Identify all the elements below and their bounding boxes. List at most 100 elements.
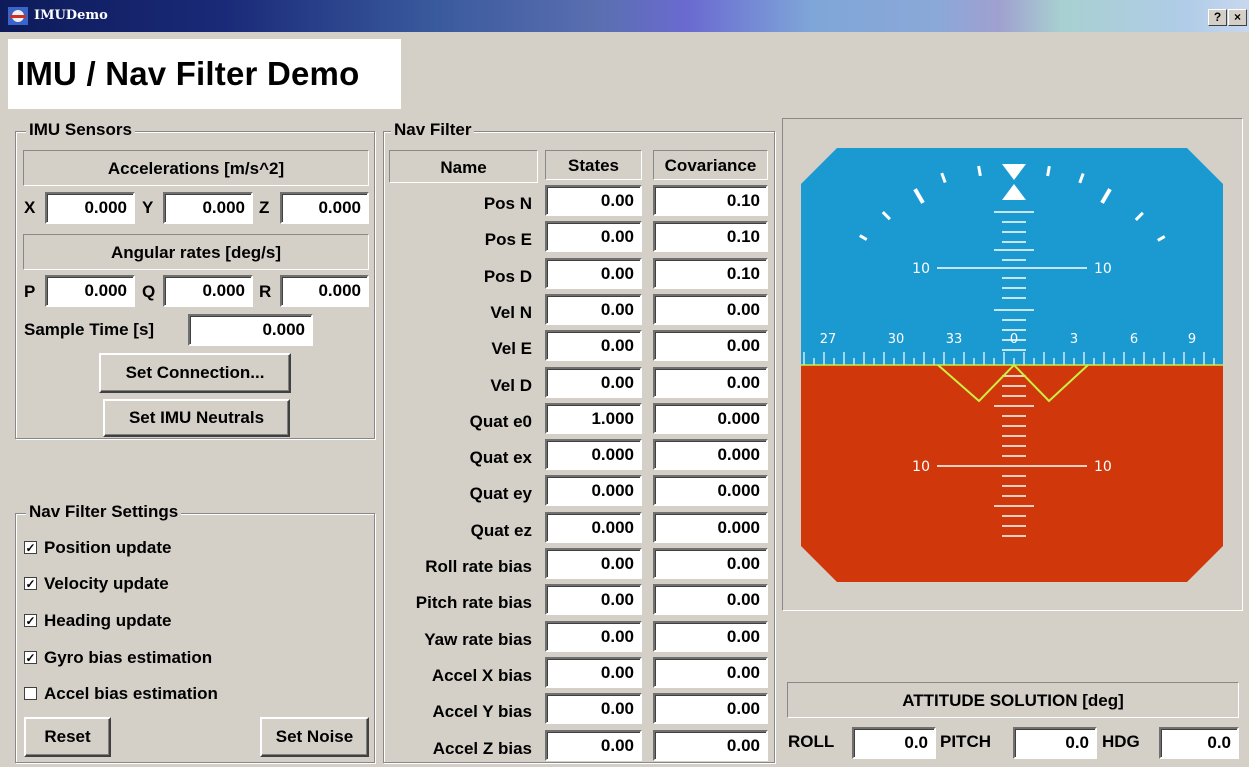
heading-label-9: 9 — [1188, 332, 1196, 347]
sample-time-field[interactable]: 0.000 — [188, 314, 313, 346]
col-header-states: States — [545, 150, 642, 180]
state-field-vel-e[interactable]: 0.00 — [545, 330, 642, 362]
rate-p-field[interactable]: 0.000 — [45, 275, 135, 307]
position-update-label: Position update — [44, 538, 172, 557]
position-update-checkbox[interactable]: ✓ — [24, 541, 37, 554]
row-label-quat-ez: Quat ez — [470, 520, 532, 540]
row-label-pos-d: Pos D — [483, 266, 532, 286]
angular-rates-header: Angular rates [deg/s] — [23, 234, 369, 270]
set-imu-neutrals-button[interactable]: Set IMU Neutrals — [103, 399, 290, 437]
state-field-accel-y-bias[interactable]: 0.00 — [545, 693, 642, 725]
state-field-accel-z-bias[interactable]: 0.00 — [545, 729, 642, 761]
row-label-accel-x-bias: Accel X bias — [431, 665, 532, 685]
roll-label: ROLL — [788, 732, 835, 751]
close-button[interactable]: × — [1228, 9, 1247, 26]
nav-filter-settings-label: Nav Filter Settings — [26, 502, 182, 522]
row-label-pos-n: Pos N — [483, 194, 532, 213]
state-field-yaw-rate-bias[interactable]: 0.00 — [545, 620, 642, 652]
covariance-field-yaw-rate-bias[interactable]: 0.00 — [653, 620, 768, 652]
heading-update-checkbox[interactable]: ✓ — [24, 614, 37, 627]
heading-label-33: 33 — [946, 332, 963, 347]
gyro-bias-label: Gyro bias estimation — [44, 648, 213, 667]
pitch-field[interactable]: 0.0 — [1013, 727, 1097, 759]
state-field-vel-n[interactable]: 0.00 — [545, 293, 642, 325]
covariance-field-pos-n[interactable]: 0.10 — [653, 185, 768, 216]
roll-field[interactable]: 0.0 — [852, 727, 936, 759]
imu-sensors-label: IMU Sensors — [26, 120, 135, 140]
row-label-quat-e0: Quat e0 — [469, 411, 532, 431]
hdg-field[interactable]: 0.0 — [1159, 727, 1239, 759]
app-icon — [8, 7, 28, 25]
check-mark-icon: ✓ — [25, 541, 36, 555]
row-label-quat-ey: Quat ey — [469, 484, 532, 504]
row-label-pos-e: Pos E — [484, 230, 532, 250]
rate-q-field[interactable]: 0.000 — [163, 275, 253, 307]
state-field-accel-x-bias[interactable]: 0.00 — [545, 656, 642, 688]
accel-z-field[interactable]: 0.000 — [280, 192, 369, 224]
pitch-label-down10-right: 10 — [1094, 459, 1112, 475]
covariance-field-accel-x-bias[interactable]: 0.00 — [653, 656, 768, 688]
covariance-field-vel-n[interactable]: 0.00 — [653, 293, 768, 325]
accel-y-field[interactable]: 0.000 — [163, 192, 253, 224]
heading-label-0: 0 — [1010, 332, 1018, 347]
row-label-roll-rate-bias: Roll rate bias — [425, 557, 532, 576]
state-field-roll-rate-bias[interactable]: 0.00 — [545, 548, 642, 579]
col-header-name: Name — [389, 150, 538, 183]
row-label-vel-d: Vel D — [490, 375, 532, 395]
state-field-vel-d[interactable]: 0.00 — [545, 366, 642, 398]
state-field-pos-d[interactable]: 0.00 — [545, 257, 642, 289]
pitch-label: PITCH — [940, 732, 991, 751]
velocity-update-label: Velocity update — [44, 574, 169, 593]
attitude-solution-header: ATTITUDE SOLUTION [deg] — [787, 682, 1239, 718]
row-label-vel-n: Vel N — [490, 302, 532, 322]
covariance-field-quat-ey[interactable]: 0.000 — [653, 475, 768, 507]
gyro-bias-checkbox[interactable]: ✓ — [24, 651, 37, 664]
window-title: IMUDemo — [34, 8, 108, 23]
covariance-field-pos-e[interactable]: 0.10 — [653, 221, 768, 253]
covariance-field-quat-ez[interactable]: 0.000 — [653, 511, 768, 543]
state-field-quat-ey[interactable]: 0.000 — [545, 475, 642, 507]
state-field-quat-ez[interactable]: 0.000 — [545, 511, 642, 543]
heading-label-6: 6 — [1130, 332, 1138, 347]
covariance-field-quat-e0[interactable]: 0.000 — [653, 402, 768, 434]
state-field-pitch-rate-bias[interactable]: 0.00 — [545, 584, 642, 616]
state-field-pos-n[interactable]: 0.00 — [545, 185, 642, 216]
row-label-accel-y-bias: Accel Y bias — [432, 702, 532, 722]
reset-button[interactable]: Reset — [24, 717, 111, 757]
state-field-quat-e0[interactable]: 1.000 — [545, 402, 642, 434]
hdg-label: HDG — [1102, 732, 1140, 751]
accel-z-label: Z — [259, 198, 270, 217]
heading-label-27: 27 — [820, 332, 837, 347]
row-label-pitch-rate-bias: Pitch rate bias — [415, 593, 532, 613]
row-label-yaw-rate-bias: Yaw rate bias — [424, 629, 532, 649]
set-noise-button[interactable]: Set Noise — [260, 717, 369, 757]
covariance-field-quat-ex[interactable]: 0.000 — [653, 439, 768, 471]
heading-label-30: 30 — [888, 332, 905, 347]
set-connection-button[interactable]: Set Connection... — [99, 353, 291, 393]
accel-x-label: X — [24, 198, 36, 217]
heading-update-label: Heading update — [44, 611, 172, 630]
covariance-field-pos-d[interactable]: 0.10 — [653, 257, 768, 289]
sample-time-label: Sample Time [s] — [24, 320, 155, 339]
pitch-label-up10-left: 10 — [912, 261, 930, 277]
covariance-field-roll-rate-bias[interactable]: 0.00 — [653, 548, 768, 579]
help-button[interactable]: ? — [1208, 9, 1227, 26]
state-field-pos-e[interactable]: 0.00 — [545, 221, 642, 253]
covariance-field-accel-y-bias[interactable]: 0.00 — [653, 693, 768, 725]
covariance-field-vel-d[interactable]: 0.00 — [653, 366, 768, 398]
pitch-label-down10-left: 10 — [912, 459, 930, 475]
velocity-update-checkbox[interactable]: ✓ — [24, 577, 37, 590]
covariance-field-accel-z-bias[interactable]: 0.00 — [653, 729, 768, 761]
rate-p-label: P — [24, 282, 36, 301]
covariance-field-pitch-rate-bias[interactable]: 0.00 — [653, 584, 768, 616]
accel-bias-checkbox[interactable] — [24, 687, 37, 700]
row-label-accel-z-bias: Accel Z bias — [432, 738, 532, 758]
state-field-quat-ex[interactable]: 0.000 — [545, 439, 642, 471]
attitude-indicator: 10 10 10 10 27 30 33 0 3 6 9 — [801, 148, 1223, 582]
accel-x-field[interactable]: 0.000 — [45, 192, 135, 224]
covariance-field-vel-e[interactable]: 0.00 — [653, 330, 768, 362]
row-label-vel-e: Vel E — [491, 339, 532, 359]
row-label-quat-ex: Quat ex — [469, 448, 532, 468]
rate-r-field[interactable]: 0.000 — [280, 275, 369, 307]
rate-r-label: R — [259, 282, 272, 301]
